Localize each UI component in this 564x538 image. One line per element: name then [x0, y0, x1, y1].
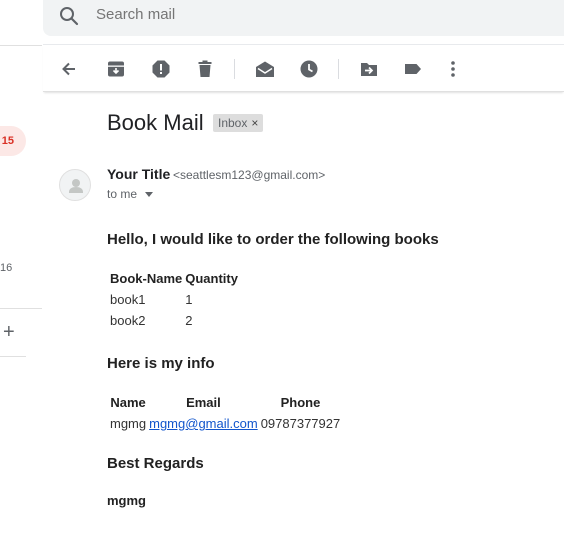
table-cell: mgmg	[110, 416, 147, 431]
label-chip-text: Inbox	[218, 116, 248, 130]
recipient-details-toggle[interactable]: to me	[107, 187, 154, 201]
label-chip-inbox[interactable]: Inbox ×	[213, 114, 264, 132]
divider	[0, 45, 42, 46]
column-header: Quantity	[185, 271, 238, 286]
search-icon[interactable]	[57, 4, 81, 28]
closing-text: Best Regards	[107, 455, 204, 472]
recipient-label: to me	[107, 187, 138, 201]
table-cell: book2	[110, 313, 146, 328]
table-row: book2 2	[110, 312, 238, 329]
search-input[interactable]	[96, 6, 396, 23]
email-subject: Book Mail	[107, 110, 204, 135]
table-cell: 2	[185, 313, 193, 328]
info-heading: Here is my info	[107, 355, 215, 372]
sender-email: <seattlesm123@gmail.com>	[173, 168, 326, 182]
email-link[interactable]: mgmg@gmail.com	[149, 416, 258, 431]
unread-count-badge[interactable]: 15	[0, 126, 26, 156]
table-header-row: Name Email Phone	[110, 394, 340, 411]
table-row: book1 1	[110, 291, 238, 308]
table-cell: 1	[185, 292, 193, 307]
table-header-row: Book-Name Quantity	[110, 270, 238, 287]
message-toolbar	[43, 44, 564, 92]
info-table: Name Email Phone mgmg mgmg@gmail.com 097…	[107, 390, 343, 436]
divider	[0, 356, 26, 357]
signature: mgmg	[107, 493, 146, 508]
sender-name[interactable]: Your Title	[107, 166, 170, 182]
add-label-button[interactable]: +	[3, 322, 15, 342]
back-arrow-icon[interactable]	[57, 57, 81, 81]
divider	[0, 308, 42, 309]
toolbar-separator	[234, 59, 235, 79]
move-to-icon[interactable]	[357, 57, 381, 81]
table-row: mgmg mgmg@gmail.com 09787377927	[110, 415, 340, 432]
column-header: Email	[186, 395, 221, 410]
mark-unread-icon[interactable]	[253, 57, 277, 81]
greeting-heading: Hello, I would like to order the followi…	[107, 231, 439, 248]
snooze-icon[interactable]	[297, 57, 321, 81]
search-bar	[43, 0, 564, 36]
left-sidebar: 15 16 +	[0, 0, 42, 538]
chevron-down-icon[interactable]	[145, 191, 154, 197]
table-cell: 09787377927	[260, 416, 341, 431]
column-header: Name	[110, 395, 146, 410]
avatar[interactable]	[59, 169, 91, 201]
table-cell: book1	[110, 292, 146, 307]
label-icon[interactable]	[401, 57, 425, 81]
delete-icon[interactable]	[193, 57, 217, 81]
close-icon[interactable]: ×	[251, 116, 258, 130]
column-header: Book-Name	[110, 271, 183, 286]
table-cell: mgmg@gmail.com	[149, 415, 258, 432]
books-table: Book-Name Quantity book1 1 book2 2	[107, 266, 241, 333]
person-icon	[69, 179, 83, 193]
column-header: Phone	[280, 395, 321, 410]
report-spam-icon[interactable]	[149, 57, 173, 81]
more-icon[interactable]	[441, 57, 465, 81]
toolbar-separator	[338, 59, 339, 79]
archive-icon[interactable]	[104, 57, 128, 81]
folder-count: 16	[0, 262, 13, 274]
